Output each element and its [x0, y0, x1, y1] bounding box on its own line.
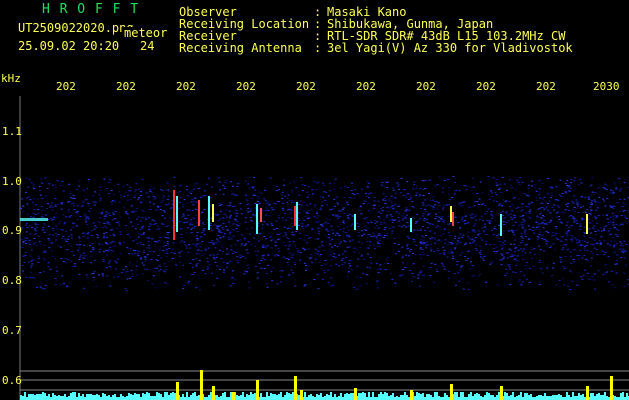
meteor-echo-13	[500, 214, 502, 236]
meteor-echo-5	[212, 204, 214, 222]
meteor-spike-10	[586, 386, 589, 400]
meteor-spike-4	[256, 380, 259, 400]
meteor-echo-4	[208, 196, 210, 230]
datetime-label: 25.09.02 20:20	[18, 39, 120, 53]
meteor-spike-7	[354, 388, 357, 400]
x-tick-5: 202	[296, 80, 316, 93]
meteor-echo-10	[354, 214, 356, 230]
brand-title: H R O F F T	[42, 2, 140, 17]
x-tick-8: 202	[476, 80, 496, 93]
x-tick-1: 202	[56, 80, 76, 93]
meteor-spike-11	[610, 376, 613, 400]
spectrogram-canvas	[19, 96, 629, 400]
activity-strip	[20, 392, 629, 400]
meteor-echo-7	[260, 208, 262, 222]
antenna-value: 3el Yagi(V) Az 330 for Vladivostok	[327, 41, 573, 55]
antenna-label: Receiving Antenna	[179, 41, 302, 55]
y-tick-1-1: 1.1	[2, 125, 22, 138]
meteor-echo-3	[198, 200, 200, 226]
y-tick-1-0: 1.0	[2, 175, 22, 188]
meteor-spike-8	[450, 384, 453, 400]
meteor-echo-14	[586, 214, 588, 234]
meteor-spike-13	[410, 390, 413, 400]
meteor-spike-5	[294, 376, 297, 400]
x-tick-6: 202	[356, 80, 376, 93]
x-tick-9: 202	[536, 80, 556, 93]
x-tick-3: 202	[176, 80, 196, 93]
x-tick-7: 202	[416, 80, 436, 93]
meteor-echo-2	[176, 196, 178, 232]
y-tick-0-8: 0.8	[2, 274, 22, 287]
meteor-echo-11	[450, 206, 452, 222]
carrier-trace	[20, 218, 48, 221]
meteor-spike-1	[176, 382, 179, 400]
meteor-spike-9	[500, 386, 503, 400]
meteor-echo-8	[294, 206, 296, 226]
y-tick-0-9: 0.9	[2, 224, 22, 237]
meteor-echo-12	[452, 212, 454, 226]
meteor-echo-15	[410, 218, 412, 232]
x-tick-10: 2030	[593, 80, 620, 93]
meteor-spike-12	[232, 392, 235, 400]
meteor-label: meteor	[124, 26, 168, 40]
meteor-echo-1	[173, 190, 175, 240]
antenna-separator: :	[314, 41, 322, 55]
meteor-echo-6	[256, 204, 258, 234]
meteor-count: 24	[140, 39, 155, 53]
meteor-spike-3	[212, 386, 215, 400]
hrofft-spectrogram-window: H R O F F T UT2509022020.png meteor 25.0…	[0, 0, 629, 400]
axis-unit-khz: kHz	[1, 72, 21, 85]
meteor-spike-6	[300, 390, 303, 400]
noise-band	[20, 176, 629, 291]
x-tick-2: 202	[116, 80, 136, 93]
filename-label: UT2509022020.png	[18, 21, 134, 35]
y-tick-0-7: 0.7	[2, 324, 22, 337]
x-tick-4: 202	[236, 80, 256, 93]
meteor-spike-2	[200, 370, 203, 400]
meteor-echo-9	[296, 202, 298, 230]
y-tick-0-6: 0.6	[2, 374, 22, 387]
